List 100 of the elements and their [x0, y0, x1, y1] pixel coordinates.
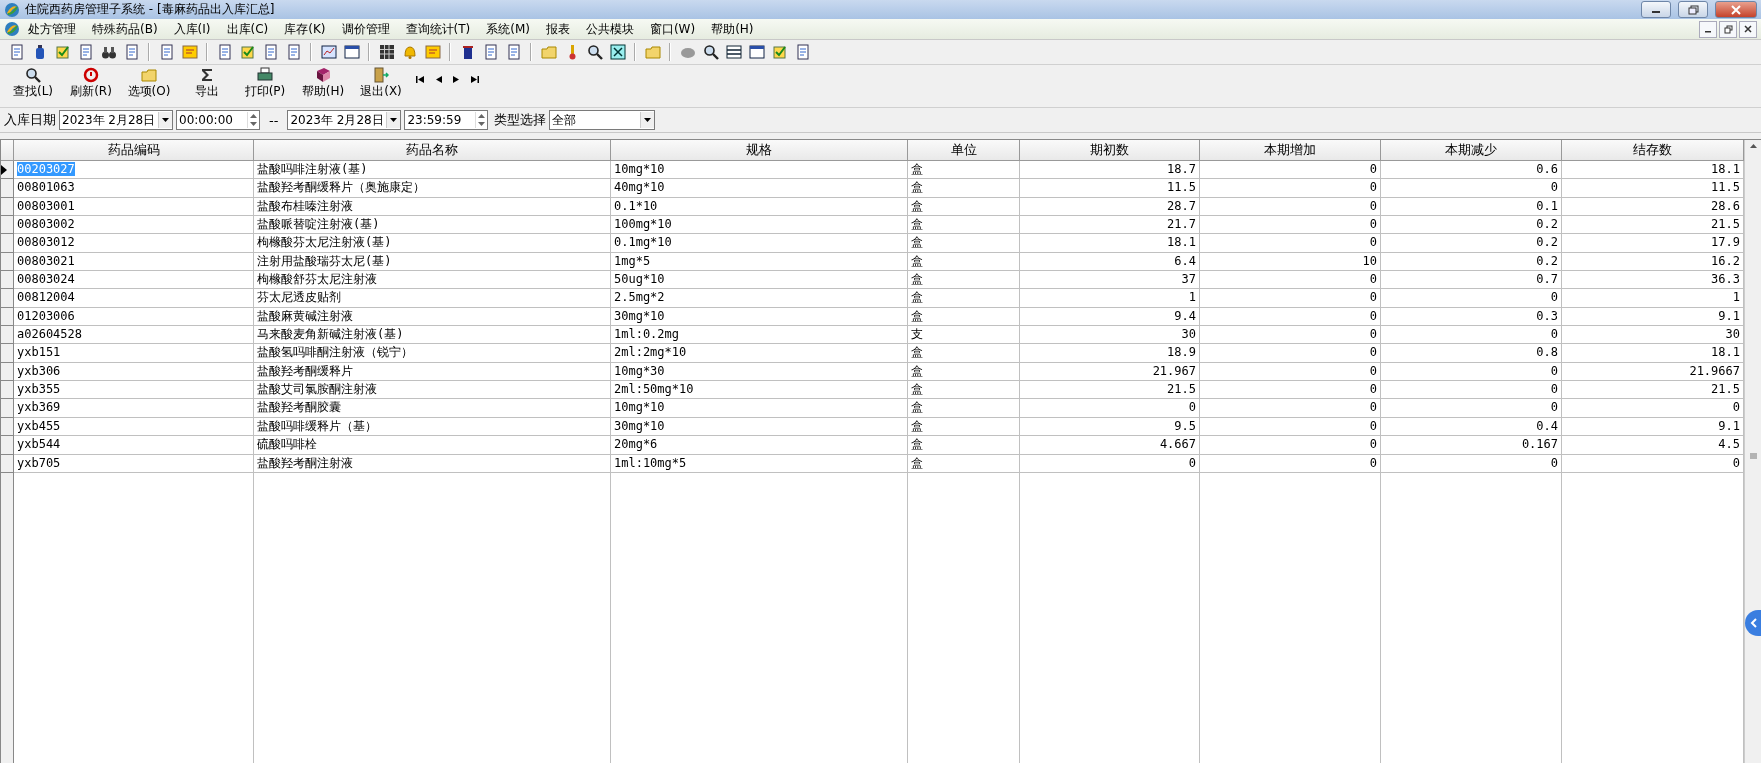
search-icon: [702, 44, 719, 60]
table-cell: 盒: [908, 381, 1020, 400]
table-cell: 盐酸吗啡注射液(基): [254, 161, 611, 180]
menu-item[interactable]: 窗口(W): [641, 20, 704, 38]
table-cell: 支: [908, 326, 1020, 345]
menu-item[interactable]: 库存(K): [276, 20, 334, 38]
table-cell: 21.5: [1020, 381, 1200, 400]
binoculars-icon: [100, 44, 117, 60]
table-cell: 9.5: [1020, 417, 1200, 437]
table-cell: 盒: [908, 307, 1020, 327]
table-cell: 芬太尼透皮贴剂: [254, 289, 611, 308]
side-panel-toggle[interactable]: [1745, 610, 1761, 636]
start-time-field[interactable]: 00:00:00: [176, 110, 260, 130]
menu-item[interactable]: 报表: [537, 20, 578, 38]
table-cell: 21.7: [1020, 216, 1200, 235]
toolbar-button[interactable]: [607, 41, 628, 63]
table-cell: 0: [1562, 454, 1744, 473]
table-cell: 30: [1020, 326, 1200, 345]
table-cell: 0: [1200, 307, 1381, 327]
table-cell: 0.6: [1381, 161, 1562, 180]
menu-item[interactable]: 调价管理: [333, 20, 398, 38]
range-separator: --: [269, 112, 279, 128]
table-cell: 00203027: [14, 161, 254, 180]
table-cell: 21.967: [1020, 362, 1200, 382]
table-cell: 36.3: [1562, 271, 1744, 290]
action-button[interactable]: 导出: [178, 67, 236, 100]
table-cell: 10mg*10: [611, 161, 908, 180]
table-cell: 枸橼酸舒芬太尼注射液: [254, 271, 611, 290]
column-header[interactable]: 药品编码: [14, 140, 254, 161]
close-button[interactable]: [1739, 20, 1757, 38]
table-cell: 盐酸氢吗啡酮注射液（锐宁）: [254, 344, 611, 363]
window-icon: [343, 44, 360, 60]
table-cell: 0: [1200, 399, 1381, 418]
table-cell: yxb355: [14, 381, 254, 400]
start-date-picker[interactable]: 2023年 2月28日: [59, 110, 173, 130]
table-cell: 盒: [908, 436, 1020, 455]
type-select[interactable]: 全部: [549, 110, 656, 130]
menu-item[interactable]: 查询统计(T): [397, 20, 479, 38]
table-cell: 6.4: [1020, 252, 1200, 272]
cross-box-icon: [609, 44, 626, 60]
table-cell: 0: [1200, 381, 1381, 400]
action-button[interactable]: 刷新(R): [62, 67, 120, 100]
table-cell: yxb544: [14, 436, 254, 455]
table-cell: 18.1: [1020, 234, 1200, 253]
dropdown-arrow-icon: [162, 118, 169, 122]
document-icon: [482, 44, 499, 60]
menu-item[interactable]: 出库(C): [218, 20, 277, 38]
table-cell: 盐酸艾司氯胺酮注射液: [254, 381, 611, 400]
row-indicator[interactable]: [1, 161, 14, 180]
column-header[interactable]: 本期减少: [1381, 140, 1562, 161]
table-cell: 1: [1020, 289, 1200, 308]
menu-item[interactable]: 帮助(H): [703, 20, 762, 38]
table-cell: 盐酸布桂嗪注射液: [254, 197, 611, 217]
table-cell: 0.2: [1381, 252, 1562, 272]
table-cell: 37: [1020, 271, 1200, 290]
table-cell: 0: [1020, 399, 1200, 418]
action-button[interactable]: 打印(P): [236, 67, 294, 100]
previous-record-icon[interactable]: [434, 75, 443, 84]
next-record-icon[interactable]: [452, 75, 461, 84]
end-time-field[interactable]: 23:59:59: [404, 110, 489, 130]
checkbox-icon: [239, 44, 256, 60]
column-header[interactable]: 药品名称: [254, 140, 611, 161]
document-icon: [8, 44, 25, 60]
chart-icon: [320, 44, 337, 60]
column-header[interactable]: 本期增加: [1200, 140, 1381, 161]
action-button[interactable]: 查找(L): [4, 67, 62, 100]
first-record-icon[interactable]: [416, 75, 425, 84]
action-button[interactable]: 帮助(H): [294, 67, 352, 100]
menu-item[interactable]: 公共模块: [577, 20, 642, 38]
column-header[interactable]: 期初数: [1020, 140, 1200, 161]
scrollbar[interactable]: [1744, 140, 1761, 763]
table-cell: 盒: [908, 252, 1020, 272]
menu-item[interactable]: 系统(M): [478, 20, 538, 38]
table-cell: 0.2: [1381, 234, 1562, 253]
last-record-icon[interactable]: [470, 75, 479, 84]
table-cell: 0: [1200, 234, 1381, 253]
menu-item[interactable]: 特殊药品(B): [84, 20, 166, 38]
restore-button[interactable]: [1719, 20, 1737, 38]
action-button[interactable]: 退出(X): [352, 67, 410, 100]
action-button[interactable]: 选项(O): [120, 67, 178, 100]
menu-item[interactable]: 入库(I): [165, 20, 219, 38]
refresh-icon: [83, 67, 99, 83]
table-cell: 1ml:0.2mg: [611, 326, 908, 345]
table-cell: 20mg*6: [611, 436, 908, 455]
restore-button[interactable]: [1678, 1, 1708, 18]
field-label: 类型选择: [494, 111, 547, 129]
end-date-picker[interactable]: 2023年 2月28日: [287, 110, 402, 130]
column-header[interactable]: 规格: [611, 140, 908, 161]
menu-item[interactable]: 处方管理: [20, 20, 84, 38]
table-cell: 盒: [908, 289, 1020, 308]
column-header[interactable]: 结存数: [1562, 140, 1744, 161]
sigma-icon: [199, 67, 215, 83]
table-cell: 00803024: [14, 271, 254, 290]
table-cell: 0: [1381, 362, 1562, 382]
table-cell: 9.1: [1562, 307, 1744, 327]
table-cell: 0: [1200, 417, 1381, 437]
table-cell: 2.5mg*2: [611, 289, 908, 308]
column-header[interactable]: 单位: [908, 140, 1020, 161]
minimize-button[interactable]: [1641, 1, 1671, 18]
folder-icon: [644, 44, 661, 60]
